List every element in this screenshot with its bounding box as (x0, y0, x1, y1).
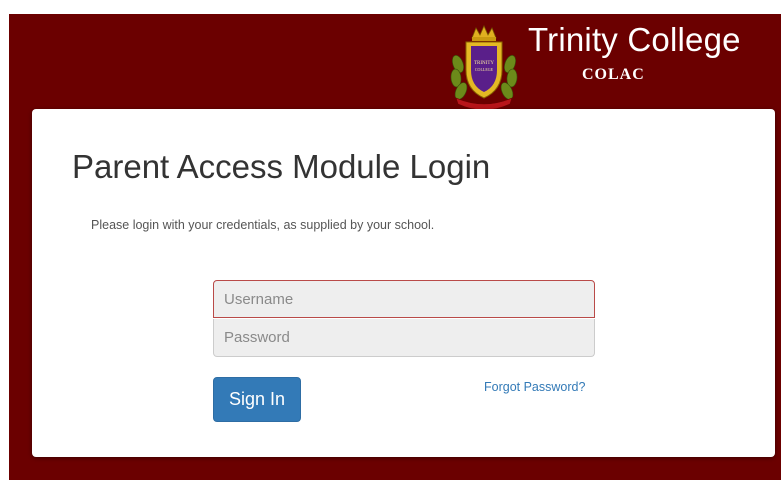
forgot-password-link[interactable]: Forgot Password? (484, 380, 585, 394)
login-card: Parent Access Module Login Please login … (32, 109, 775, 457)
school-crest-icon: TRINITY COLLEGE (450, 25, 518, 110)
username-input[interactable] (213, 280, 595, 318)
sign-in-button[interactable]: Sign In (213, 377, 301, 422)
svg-text:COLLEGE: COLLEGE (475, 67, 494, 72)
college-name: Trinity College (528, 21, 741, 58)
page-title: Parent Access Module Login (72, 148, 491, 185)
login-instructions: Please login with your credentials, as s… (91, 218, 435, 232)
college-subtitle: COLAC (582, 66, 645, 83)
password-input[interactable] (213, 319, 595, 357)
svg-text:TRINITY: TRINITY (474, 61, 494, 66)
